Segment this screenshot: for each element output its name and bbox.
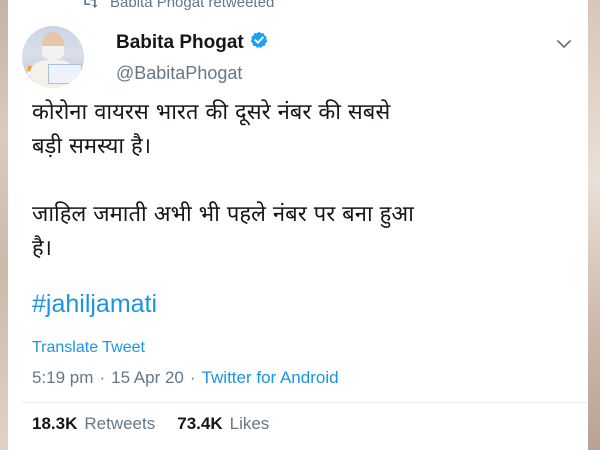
author-name[interactable]: Babita Phogat	[116, 32, 244, 54]
divider	[22, 402, 588, 403]
avatar-beard	[42, 46, 64, 60]
meta-separator: ·	[99, 368, 106, 387]
avatar-poster	[48, 64, 82, 84]
chevron-down-icon[interactable]	[556, 36, 572, 54]
tweet-line-4: है।	[32, 236, 53, 261]
tweet-line-3: जाहिल जमाती अभी भी पहले नंबर पर बना हुआ	[32, 202, 414, 227]
tweet-meta: 5:19 pm · 15 Apr 20 · Twitter for Androi…	[32, 368, 339, 388]
likes-count: 73.4K	[177, 414, 223, 433]
author-name-row: Babita Phogat	[116, 31, 268, 55]
author-handle[interactable]: @BabitaPhogat	[116, 63, 268, 84]
tweet-line-2: बड़ी समस्या है।	[32, 134, 152, 159]
verified-badge-icon	[250, 31, 268, 55]
retweet-icon	[82, 0, 98, 9]
avatar[interactable]	[22, 26, 84, 88]
retweets-count: 18.3K	[32, 414, 78, 433]
author-block[interactable]: Babita Phogat @BabitaPhogat	[116, 31, 268, 84]
likes-stat[interactable]: 73.4K Likes	[177, 414, 269, 434]
tweet-stats: 18.3K Retweets 73.4K Likes	[32, 414, 291, 434]
likes-label: Likes	[229, 414, 270, 433]
hashtag-link[interactable]: #jahiljamati	[32, 290, 157, 319]
tweet-line-1: कोरोना वायरस भारत की दूसरे नंबर की सबसे	[32, 100, 391, 125]
retweets-stat[interactable]: 18.3K Retweets	[32, 414, 155, 434]
tweet-text: कोरोना वायरस भारत की दूसरे नंबर की सबसे …	[32, 96, 572, 266]
retweet-label: Babita Phogat retweeted	[110, 0, 275, 11]
tweet-source-link[interactable]: Twitter for Android	[202, 368, 339, 388]
tweet-date[interactable]: 15 Apr 20	[111, 368, 184, 388]
meta-separator: ·	[189, 368, 196, 387]
tweet-time[interactable]: 5:19 pm	[32, 368, 93, 388]
retweet-context[interactable]: Babita Phogat retweeted	[82, 0, 274, 11]
translate-tweet-link[interactable]: Translate Tweet	[32, 339, 145, 357]
retweets-label: Retweets	[84, 414, 156, 433]
tweet-card: Babita Phogat retweeted Babita Phogat @B…	[8, 0, 588, 450]
